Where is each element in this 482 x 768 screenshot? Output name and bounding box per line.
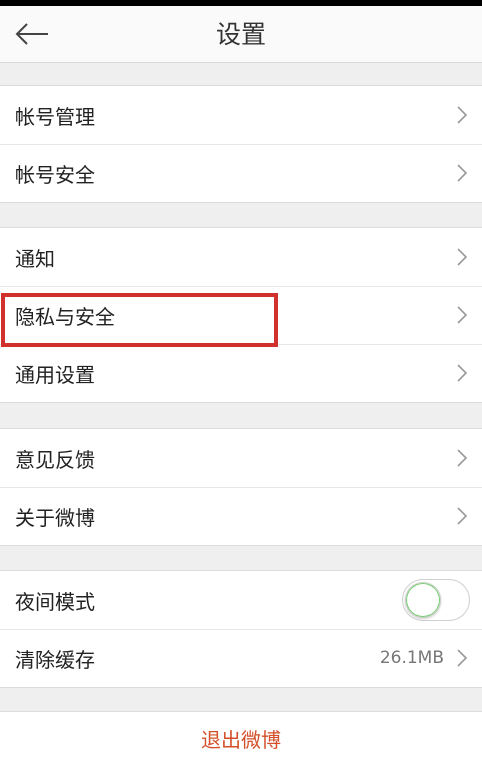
- settings-item-night-mode[interactable]: 夜间模式: [0, 571, 482, 629]
- settings-item-account-management[interactable]: 帐号管理: [0, 86, 482, 144]
- settings-item-label: 夜间模式: [15, 589, 95, 614]
- page-title: 设置: [215, 20, 266, 49]
- chevron-right-icon: [457, 306, 468, 324]
- settings-item-feedback[interactable]: 意见反馈: [0, 429, 482, 487]
- chevron-right-icon: [457, 449, 468, 467]
- settings-item-notifications[interactable]: 通知: [0, 228, 482, 286]
- settings-item-label: 意见反馈: [15, 447, 95, 472]
- settings-item-account-security[interactable]: 帐号安全: [0, 144, 482, 202]
- settings-item-label: 通用设置: [15, 362, 95, 387]
- settings-item-clear-cache[interactable]: 清除缓存 26.1MB: [0, 629, 482, 687]
- settings-item-label: 帐号管理: [15, 104, 95, 129]
- settings-group-about: 意见反馈 关于微博: [0, 428, 482, 546]
- settings-group-account: 帐号管理 帐号安全: [0, 85, 482, 203]
- highlight-box: [1, 293, 278, 347]
- logout-label: 退出微博: [201, 728, 281, 752]
- chevron-right-icon: [457, 649, 468, 667]
- logout-button[interactable]: 退出微博: [0, 711, 482, 768]
- chevron-right-icon: [457, 164, 468, 182]
- night-mode-toggle[interactable]: [402, 579, 470, 621]
- chevron-right-icon: [457, 364, 468, 382]
- settings-item-about-weibo[interactable]: 关于微博: [0, 487, 482, 545]
- settings-group-display: 夜间模式 清除缓存 26.1MB: [0, 570, 482, 688]
- chevron-right-icon: [457, 106, 468, 124]
- settings-item-general-settings[interactable]: 通用设置: [0, 344, 482, 402]
- settings-item-label: 帐号安全: [15, 162, 95, 187]
- nav-bar: 设置: [0, 6, 482, 63]
- chevron-right-icon: [457, 248, 468, 266]
- cache-size-value: 26.1MB: [379, 648, 444, 668]
- chevron-right-icon: [457, 507, 468, 525]
- settings-item-label: 通知: [15, 246, 55, 271]
- settings-item-label: 关于微博: [15, 505, 95, 530]
- settings-item-label: 清除缓存: [15, 647, 95, 672]
- toggle-knob: [405, 582, 441, 618]
